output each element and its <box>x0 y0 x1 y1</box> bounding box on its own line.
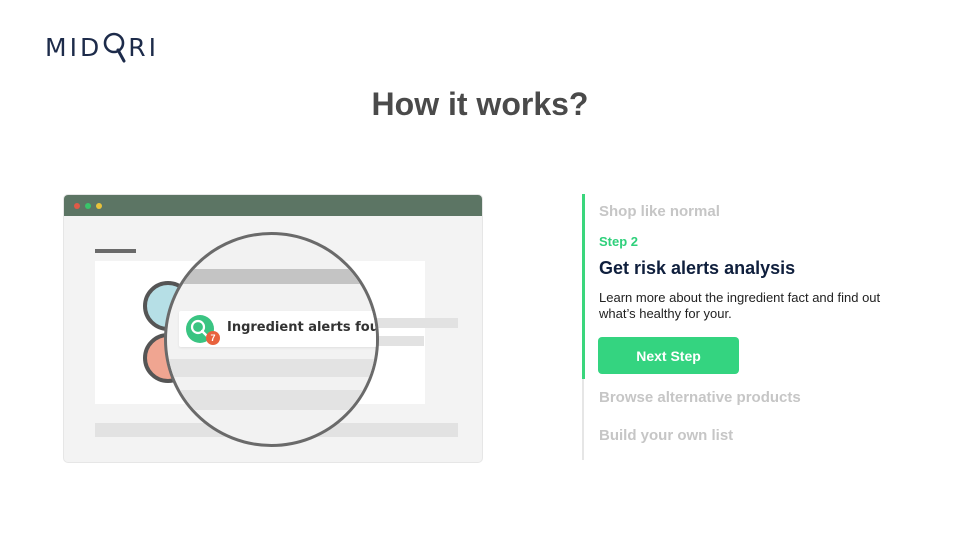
alert-text: Ingredient alerts found <box>227 320 379 335</box>
magnifier-o-icon <box>103 32 126 63</box>
placeholder-bar <box>167 390 376 410</box>
step-4-label[interactable]: Build your own list <box>599 427 733 444</box>
magnifier-lens: 7 Ingredient alerts found <box>164 232 379 447</box>
browser-title-bar <box>64 195 482 216</box>
page-title: How it works? <box>371 86 589 122</box>
ingredient-alert-chip: 7 Ingredient alerts found <box>179 311 379 347</box>
logo-text-right: RI <box>128 32 159 62</box>
logo-text-left: MID <box>45 32 103 62</box>
placeholder-bar <box>167 269 376 284</box>
window-minimize-dot <box>85 203 91 209</box>
step-number-label: Step 2 <box>599 234 639 249</box>
midori-logo[interactable]: MID RI <box>45 30 159 64</box>
window-maximize-dot <box>96 203 102 209</box>
placeholder-dash <box>95 249 136 253</box>
steps-progress-active <box>582 194 585 379</box>
next-step-button[interactable]: Next Step <box>598 337 739 374</box>
window-close-dot <box>74 203 80 209</box>
step-description: Learn more about the ingredient fact and… <box>599 290 881 321</box>
step-1-label[interactable]: Shop like normal <box>599 203 720 220</box>
alert-count-badge: 7 <box>206 331 220 345</box>
step-title: Get risk alerts analysis <box>599 258 796 278</box>
browser-illustration: 7 Ingredient alerts found <box>64 195 482 462</box>
placeholder-bar <box>167 359 376 377</box>
step-3-label[interactable]: Browse alternative products <box>599 389 801 406</box>
